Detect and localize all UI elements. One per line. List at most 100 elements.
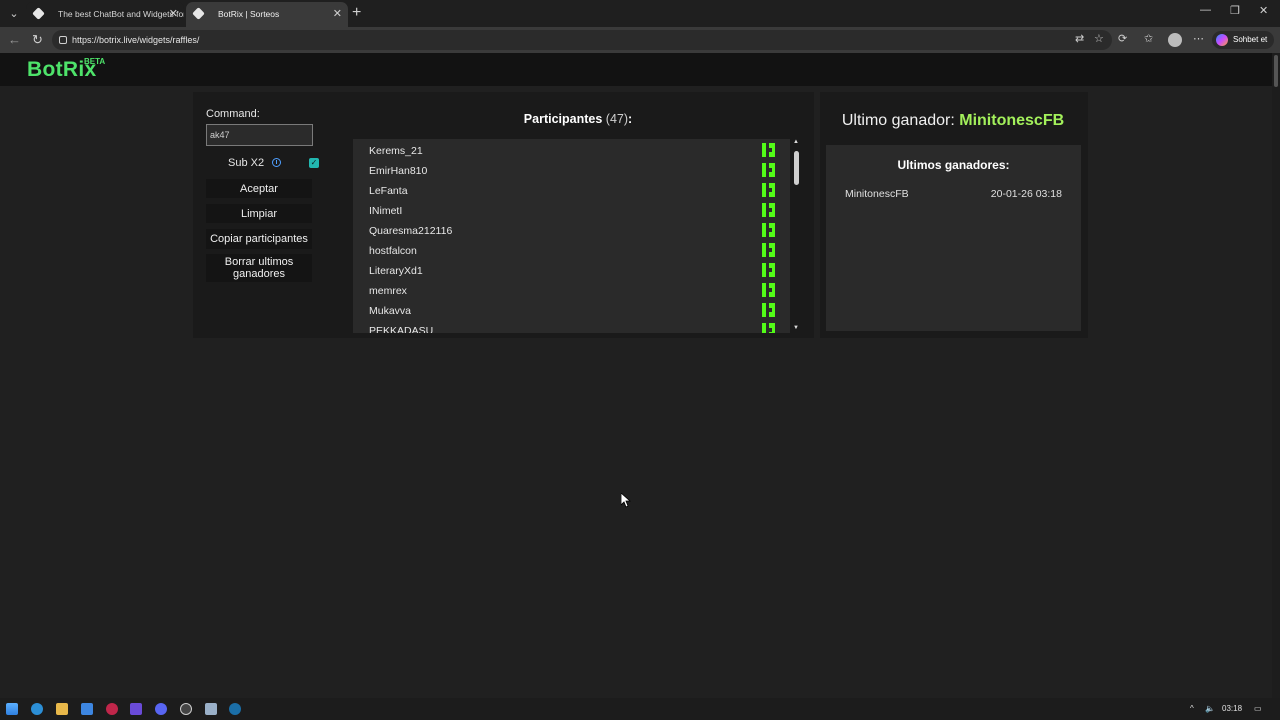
tab-sorteos[interactable]: BotRix | Sorteos ✕ — [186, 2, 348, 27]
copy-participants-button[interactable]: Copiar participantes — [206, 229, 312, 249]
clock-app-icon[interactable] — [180, 703, 192, 715]
notifications-icon[interactable]: ▭ — [1254, 704, 1262, 713]
url-text: https://botrix.live/widgets/raffles/ — [72, 35, 200, 45]
site-header — [0, 53, 1280, 86]
opera-icon[interactable] — [106, 703, 118, 715]
close-tab-icon[interactable]: ✕ — [333, 2, 342, 27]
participant-name: hostfalcon — [369, 245, 417, 257]
botrix-favicon-icon — [192, 7, 205, 20]
participants-list[interactable]: Kerems_21 EmirHan810 LeFanta INimetI Quaresm… — [353, 139, 790, 333]
restore-icon[interactable]: ❐ — [1230, 4, 1240, 17]
participants-scroll-thumb[interactable] — [794, 151, 799, 185]
taskbar: ^ 🔈 03:18 ▭ — [0, 698, 1280, 720]
tab-actions-icon[interactable]: ⌄ — [5, 5, 23, 23]
favorites-icon[interactable]: ✩ — [1144, 32, 1153, 45]
winners-list-box: Ultimos ganadores: MinitonescFB 20-01-26… — [826, 145, 1081, 331]
clock-time[interactable]: 03:18 — [1222, 704, 1242, 713]
command-label: Command: — [206, 108, 260, 120]
kick-icon — [762, 323, 775, 333]
beta-badge: BETA — [84, 57, 106, 66]
close-window-icon[interactable]: ✕ — [1259, 4, 1268, 17]
tray-chevron-icon[interactable]: ^ — [1190, 704, 1194, 713]
participants-colon: : — [628, 112, 633, 126]
page-scrollbar[interactable] — [1272, 53, 1280, 698]
kick-icon — [762, 243, 775, 257]
participant-name: Kerems_21 — [369, 145, 423, 157]
winners-list-title: Ultimos ganadores: — [897, 158, 1010, 172]
site-info-icon[interactable] — [59, 36, 67, 44]
file-explorer-icon[interactable] — [56, 703, 68, 715]
participant-name: Mukavva — [369, 305, 412, 317]
tab-chatbot[interactable]: The best ChatBot and Widgets for ✕ — [26, 2, 184, 27]
address-toolbar: ← ↻ https://botrix.live/widgets/raffles/… — [0, 27, 1280, 53]
participant-row: LeFanta — [353, 180, 790, 200]
clear-button[interactable]: Limpiar — [206, 204, 312, 223]
tab-title: The best ChatBot and Widgets for — [58, 9, 184, 19]
notepad-icon[interactable] — [205, 703, 217, 715]
minimize-icon[interactable]: — — [1200, 4, 1211, 16]
copilot-button[interactable]: Sohbet et — [1212, 31, 1274, 49]
steam-icon[interactable] — [229, 703, 241, 715]
kick-icon — [762, 203, 775, 217]
browser-titlebar: ⌄ The best ChatBot and Widgets for ✕ Bot… — [0, 0, 1280, 27]
more-menu-icon[interactable]: ⋯ — [1193, 32, 1204, 45]
participant-name: INimetI — [369, 205, 403, 217]
kick-icon — [762, 163, 775, 177]
close-tab-icon[interactable]: ✕ — [169, 2, 178, 27]
botrix-favicon-icon — [32, 7, 45, 20]
discord-icon[interactable] — [155, 703, 167, 715]
participant-row: Kerems_21 — [353, 140, 790, 160]
winner-entry-date: 20-01-26 03:18 — [990, 188, 1062, 200]
accept-button[interactable]: Aceptar — [206, 179, 312, 198]
winner-entry-name: MinitonescFB — [845, 188, 909, 200]
new-tab-icon[interactable]: + — [352, 4, 361, 22]
edge-icon[interactable] — [31, 703, 43, 715]
participant-row: Mukavva — [353, 300, 790, 320]
kick-icon — [762, 263, 775, 277]
back-icon[interactable]: ← — [8, 32, 21, 47]
participant-name: LeFanta — [369, 185, 408, 197]
participant-name: LiteraryXd1 — [369, 265, 423, 277]
participant-row: PEKKADASU — [353, 320, 790, 333]
sub-x2-checkbox[interactable]: ✓ — [309, 158, 319, 168]
mail-icon[interactable] — [81, 703, 93, 715]
kick-icon — [762, 283, 775, 297]
participants-label: Participantes — [523, 112, 603, 126]
translate-icon[interactable]: ⇄ — [1075, 32, 1084, 45]
delete-winners-button[interactable]: Borrar ultimos ganadores — [206, 254, 312, 282]
last-winner-label: Ultimo ganador: — [841, 112, 955, 129]
url-field[interactable]: https://botrix.live/widgets/raffles/ — [52, 30, 1112, 50]
favorite-star-icon[interactable]: ☆ — [1094, 32, 1104, 45]
participant-name: Quaresma212116 — [369, 225, 453, 237]
command-input[interactable] — [206, 124, 313, 146]
mouse-cursor-icon — [621, 493, 631, 508]
reload-icon[interactable]: ↻ — [32, 32, 43, 48]
participant-row: EmirHan810 — [353, 160, 790, 180]
participant-row: hostfalcon — [353, 240, 790, 260]
participant-row: LiteraryXd1 — [353, 260, 790, 280]
participants-title: Participantes (47): — [353, 112, 803, 126]
kick-icon — [762, 143, 775, 157]
scroll-down-icon[interactable]: ▼ — [793, 325, 799, 331]
copilot-icon — [1216, 34, 1228, 46]
participant-name: EmirHan810 — [369, 165, 428, 177]
kick-icon — [762, 303, 775, 317]
vs-icon[interactable] — [130, 703, 142, 715]
extensions-icon[interactable]: ⟳ — [1118, 32, 1127, 45]
start-icon[interactable] — [6, 703, 18, 715]
participant-row: memrex — [353, 280, 790, 300]
participants-scrollbar[interactable]: ▲ ▼ — [792, 139, 801, 333]
participant-row: INimetI — [353, 200, 790, 220]
kick-icon — [762, 223, 775, 237]
sub-x2-label: Sub X2 — [228, 157, 265, 169]
page-scroll-thumb[interactable] — [1274, 55, 1278, 87]
copilot-label: Sohbet et — [1233, 35, 1268, 44]
last-winner: Ultimo ganador: MinitonescFB — [826, 112, 1080, 130]
participant-name: memrex — [369, 285, 407, 297]
info-icon[interactable] — [272, 158, 281, 167]
volume-icon[interactable]: 🔈 — [1205, 704, 1215, 713]
scroll-up-icon[interactable]: ▲ — [793, 139, 799, 145]
tab-title: BotRix | Sorteos — [218, 9, 280, 19]
profile-avatar-icon[interactable] — [1168, 33, 1182, 47]
last-winner-name: MinitonescFB — [959, 112, 1065, 129]
